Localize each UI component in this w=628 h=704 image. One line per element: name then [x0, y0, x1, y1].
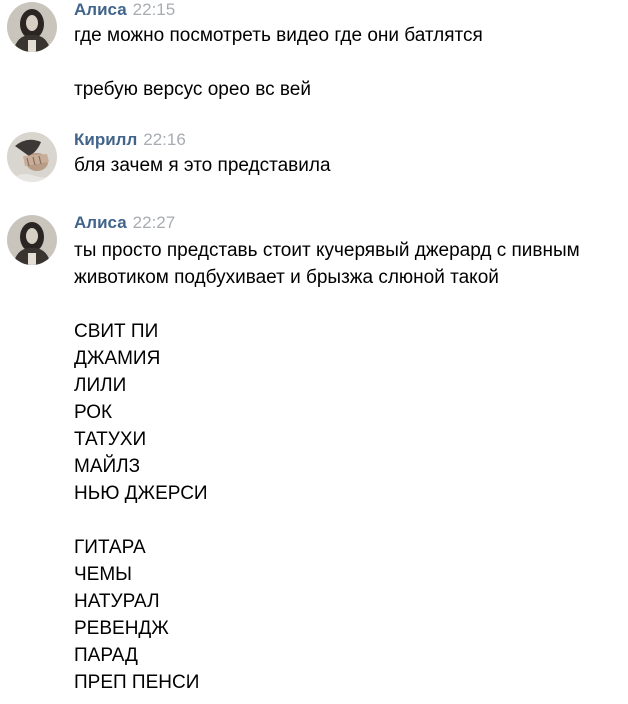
message-line: где можно посмотреть видео где они батля… [74, 25, 483, 46]
avatar[interactable] [7, 215, 57, 265]
message-text: ты просто представь стоит кучерявый джер… [74, 237, 624, 696]
avatar-alisa-image [7, 2, 57, 52]
author-name[interactable]: Алиса [74, 213, 127, 232]
message-line: ЛИЛИ [74, 375, 127, 396]
message-line: РОК [74, 402, 113, 423]
message-line: ЧЕМЫ [74, 564, 132, 585]
author-name[interactable]: Кирилл [74, 130, 137, 149]
message-line: ГИТАРА [74, 537, 146, 558]
message-line: ПРЕП ПЕНСИ [74, 672, 200, 693]
message-line: ты просто представь стоит кучерявый джер… [74, 240, 580, 261]
author-name[interactable]: Алиса [74, 0, 127, 19]
message-line [74, 291, 624, 318]
message-line: бля зачем я это представила [74, 155, 331, 176]
message-text: где можно посмотреть видео где они батля… [74, 22, 624, 103]
message-header: Кирилл 22:16 [74, 130, 186, 152]
message-header: Алиса 22:27 [74, 213, 175, 235]
message-line: ПАРАД [74, 645, 138, 666]
avatar-kirill-image [7, 132, 57, 182]
message-time[interactable]: 22:16 [143, 130, 186, 149]
message-text: бля зачем я это представила [74, 152, 624, 179]
message-line: НЬЮ ДЖЕРСИ [74, 483, 208, 504]
message-line [74, 507, 624, 534]
avatar[interactable] [7, 2, 57, 52]
message-line: МАЙЛЗ [74, 456, 141, 477]
message-line: ТАТУХИ [74, 429, 147, 450]
message-line: требую версус орео вс вей [74, 79, 311, 100]
message-line: СВИТ ПИ [74, 321, 159, 342]
message-time[interactable]: 22:27 [133, 213, 176, 232]
avatar-alisa-image [7, 215, 57, 265]
message-time[interactable]: 22:15 [133, 0, 176, 19]
message-line: ДЖАМИЯ [74, 348, 161, 369]
message-line: РЕВЕНДЖ [74, 618, 169, 639]
message-line: животиком подбухивает и брызжа слюной та… [74, 267, 499, 288]
message-line: НАТУРАЛ [74, 591, 160, 612]
avatar[interactable] [7, 132, 57, 182]
message-line [74, 49, 624, 76]
message-header: Алиса 22:15 [74, 0, 175, 22]
